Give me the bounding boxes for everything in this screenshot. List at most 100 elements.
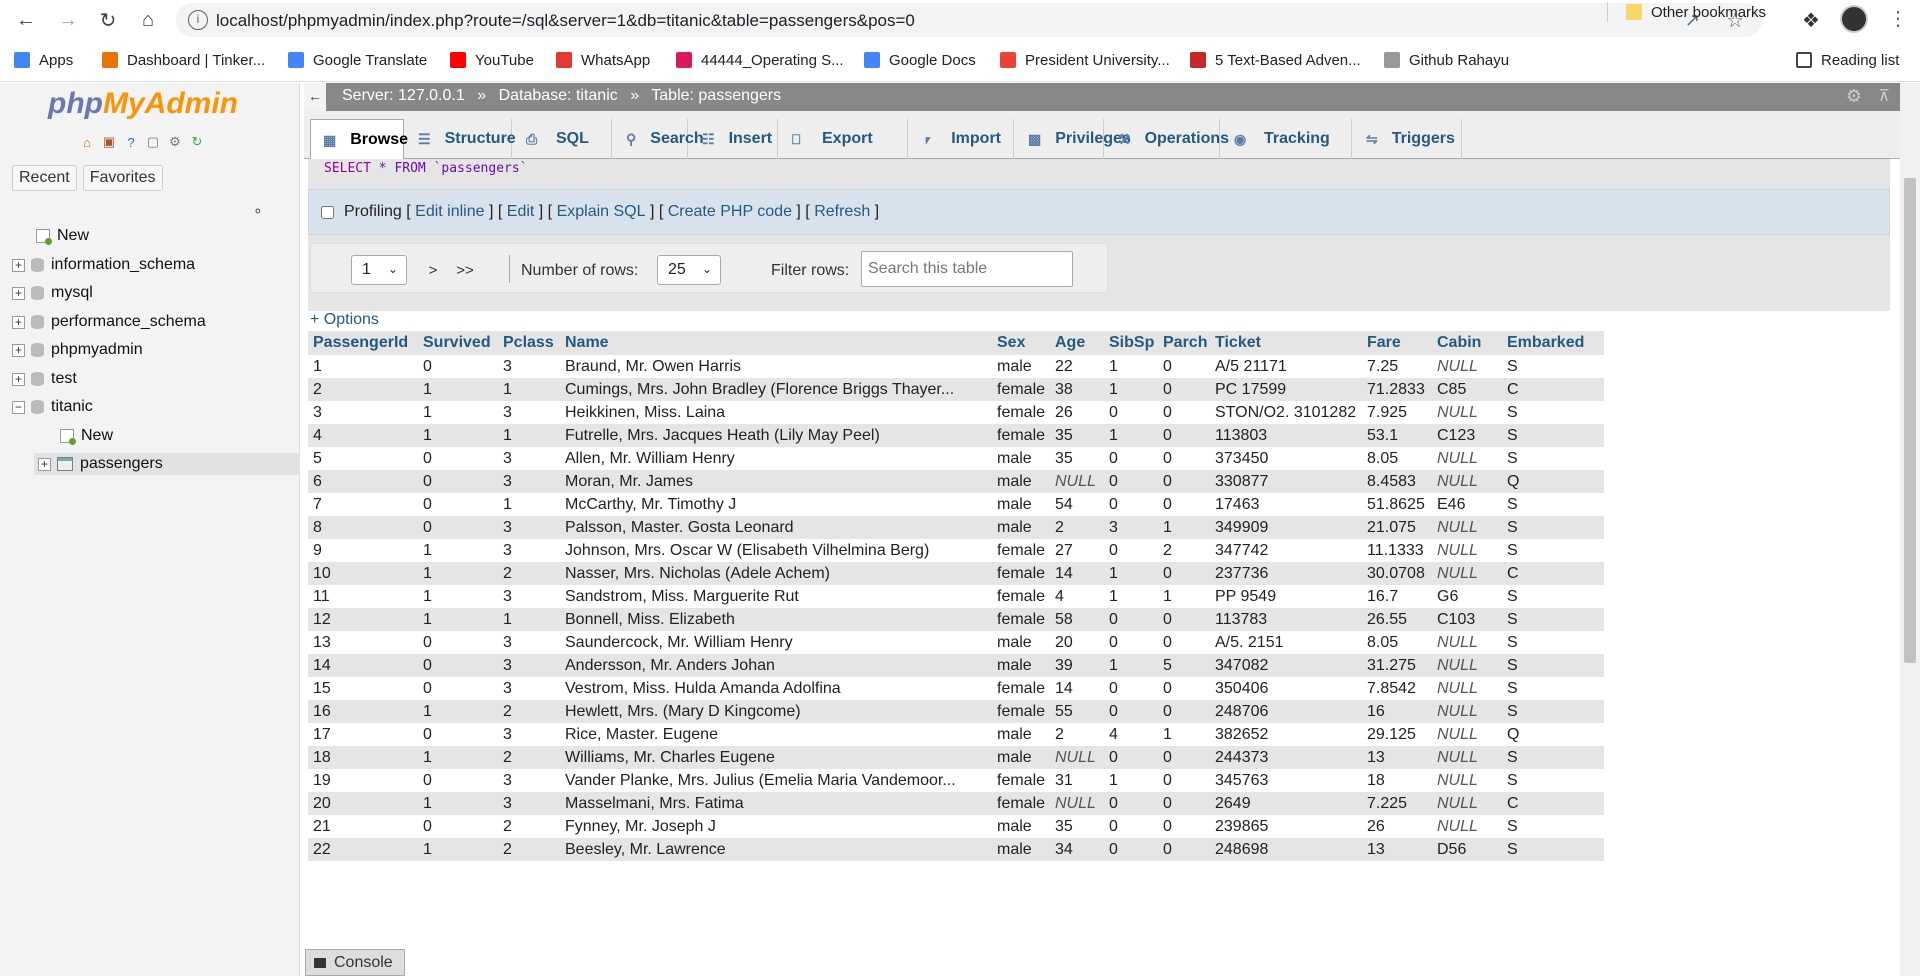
- phpmyadmin-logo[interactable]: phpMyAdmin: [48, 87, 238, 121]
- table-row[interactable]: 22 1 2 Beesley, Mr. Lawrence male 34 0 0 248698 1…: [308, 838, 1604, 861]
- cell-embarked[interactable]: C: [1502, 378, 1604, 401]
- cell-pclass[interactable]: 3: [498, 654, 560, 677]
- cell-passengerid[interactable]: 11: [308, 585, 418, 608]
- cell-age[interactable]: 39: [1050, 654, 1104, 677]
- cell-cabin[interactable]: NULL: [1432, 792, 1502, 815]
- page-settings-gear-icon[interactable]: ⚙: [1846, 86, 1862, 107]
- cell-survived[interactable]: 0: [418, 631, 498, 654]
- expand-icon[interactable]: +: [38, 457, 51, 471]
- cell-survived[interactable]: 1: [418, 539, 498, 562]
- cell-parch[interactable]: 0: [1158, 746, 1210, 769]
- cell-age[interactable]: 26: [1050, 401, 1104, 424]
- cell-embarked[interactable]: S: [1502, 746, 1604, 769]
- cell-sibsp[interactable]: 1: [1104, 355, 1158, 378]
- tab-browse[interactable]: ▦ Browse: [310, 119, 408, 159]
- cell-ticket[interactable]: 345763: [1210, 769, 1362, 792]
- table-row[interactable]: 21 0 2 Fynney, Mr. Joseph Jmale 35 0 0 239865 26…: [308, 815, 1604, 838]
- cell-parch[interactable]: 0: [1158, 792, 1210, 815]
- cell-embarked[interactable]: S: [1502, 677, 1604, 700]
- cell-name[interactable]: Williams, Mr. Charles Eugene: [560, 746, 992, 769]
- cell-name[interactable]: Bonnell, Miss. Elizabeth: [560, 608, 992, 631]
- cell-sex[interactable]: male: [992, 493, 1050, 516]
- cell-name[interactable]: Cumings, Mrs. John Bradley (Florence Bri…: [560, 378, 992, 401]
- cell-age[interactable]: 38: [1050, 378, 1104, 401]
- cell-embarked[interactable]: C: [1502, 562, 1604, 585]
- tab-insert[interactable]: ☷ Insert: [690, 119, 778, 159]
- cell-embarked[interactable]: Q: [1502, 723, 1604, 746]
- cell-cabin[interactable]: NULL: [1432, 447, 1502, 470]
- expand-icon[interactable]: +: [12, 258, 25, 272]
- cell-sibsp[interactable]: 0: [1104, 815, 1158, 838]
- cell-passengerid[interactable]: 21: [308, 815, 418, 838]
- cell-sex[interactable]: female: [992, 608, 1050, 631]
- cell-parch[interactable]: 0: [1158, 838, 1210, 861]
- cell-age[interactable]: 58: [1050, 608, 1104, 631]
- cell-passengerid[interactable]: 1: [308, 355, 418, 378]
- cell-sex[interactable]: female: [992, 700, 1050, 723]
- cell-sibsp[interactable]: 0: [1104, 493, 1158, 516]
- cell-sibsp[interactable]: 0: [1104, 470, 1158, 493]
- cell-embarked[interactable]: S: [1502, 700, 1604, 723]
- cell-cabin[interactable]: NULL: [1432, 815, 1502, 838]
- column-header-cabin[interactable]: Cabin: [1432, 331, 1502, 355]
- cell-embarked[interactable]: S: [1502, 516, 1604, 539]
- cell-survived[interactable]: 0: [418, 723, 498, 746]
- tab-search[interactable]: ⚲ Search: [614, 119, 704, 159]
- cell-pclass[interactable]: 1: [498, 424, 560, 447]
- cell-name[interactable]: Futrelle, Mrs. Jacques Heath (Lily May P…: [560, 424, 992, 447]
- table-row[interactable]: 13 0 3 Saundercock, Mr. William Henry male 20…: [308, 631, 1604, 654]
- column-header-passengerid[interactable]: PassengerId: [308, 331, 418, 355]
- scrollbar-thumb[interactable]: [1904, 178, 1916, 663]
- collapse-nav-icon[interactable]: ←: [304, 83, 326, 111]
- cell-parch[interactable]: 0: [1158, 608, 1210, 631]
- cell-name[interactable]: Johnson, Mrs. Oscar W (Elisabeth Vilhelm…: [560, 539, 992, 562]
- cell-ticket[interactable]: 248706: [1210, 700, 1362, 723]
- cell-name[interactable]: Vander Planke, Mrs. Julius (Emelia Maria…: [560, 769, 992, 792]
- cell-pclass[interactable]: 2: [498, 562, 560, 585]
- cell-cabin[interactable]: E46: [1432, 493, 1502, 516]
- cell-parch[interactable]: 0: [1158, 631, 1210, 654]
- cell-cabin[interactable]: NULL: [1432, 355, 1502, 378]
- cell-cabin[interactable]: NULL: [1432, 539, 1502, 562]
- settings-gear-icon[interactable]: ⚙: [166, 133, 184, 151]
- column-header-embarked[interactable]: Embarked: [1502, 331, 1604, 355]
- cell-parch[interactable]: 5: [1158, 654, 1210, 677]
- cell-sex[interactable]: female: [992, 769, 1050, 792]
- crumb-table[interactable]: Table: passengers: [651, 87, 781, 104]
- cell-name[interactable]: Braund, Mr. Owen Harris: [560, 355, 992, 378]
- table-row[interactable]: 11 1 3 Sandstrom, Miss. Marguerite Rut femal…: [308, 585, 1604, 608]
- cell-age[interactable]: 14: [1050, 677, 1104, 700]
- cell-sex[interactable]: male: [992, 654, 1050, 677]
- tree-item-New[interactable]: New: [60, 425, 113, 447]
- cell-pclass[interactable]: 2: [498, 838, 560, 861]
- cell-passengerid[interactable]: 14: [308, 654, 418, 677]
- cell-sex[interactable]: female: [992, 378, 1050, 401]
- tree-item-information-schema[interactable]: + information_schema: [12, 254, 195, 276]
- cell-sex[interactable]: male: [992, 470, 1050, 493]
- tab-import[interactable]: ⎖ Import: [910, 119, 1014, 159]
- cell-parch[interactable]: 1: [1158, 516, 1210, 539]
- create-php-code-link[interactable]: Create PHP code: [668, 203, 792, 221]
- back-arrow-icon[interactable]: ←: [12, 6, 40, 34]
- cell-passengerid[interactable]: 6: [308, 470, 418, 493]
- vertical-scrollbar[interactable]: [1900, 83, 1920, 976]
- cell-sex[interactable]: female: [992, 562, 1050, 585]
- cell-fare[interactable]: 13: [1362, 838, 1432, 861]
- cell-sex[interactable]: female: [992, 677, 1050, 700]
- cell-cabin[interactable]: C103: [1432, 608, 1502, 631]
- cell-ticket[interactable]: 248698: [1210, 838, 1362, 861]
- cell-sibsp[interactable]: 0: [1104, 401, 1158, 424]
- tree-item-test[interactable]: + test: [12, 368, 77, 390]
- cell-cabin[interactable]: NULL: [1432, 562, 1502, 585]
- table-row[interactable]: 8 0 3 Palsson, Master. Gosta Leonard male 2 3 1…: [308, 516, 1604, 539]
- tree-item-performance-schema[interactable]: + performance_schema: [12, 311, 206, 333]
- cell-parch[interactable]: 0: [1158, 815, 1210, 838]
- cell-parch[interactable]: 0: [1158, 401, 1210, 424]
- bookmark-item[interactable]: President University...: [1000, 48, 1170, 72]
- explain-sql-link[interactable]: Explain SQL: [557, 203, 646, 221]
- tree-item-New[interactable]: New: [36, 225, 89, 247]
- cell-ticket[interactable]: 239865: [1210, 815, 1362, 838]
- cell-fare[interactable]: 16.7: [1362, 585, 1432, 608]
- cell-embarked[interactable]: S: [1502, 355, 1604, 378]
- cell-fare[interactable]: 7.225: [1362, 792, 1432, 815]
